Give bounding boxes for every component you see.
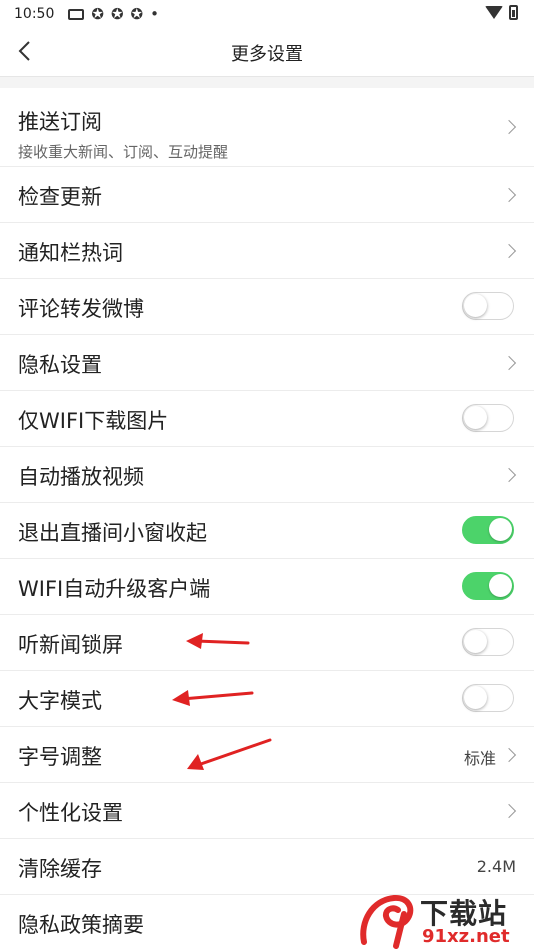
watermark: 下载站 91xz.net: [358, 890, 532, 950]
row-label: 退出直播间小窗收起: [18, 521, 207, 545]
settings-row-notification-hotwords[interactable]: 通知栏热词: [0, 223, 534, 279]
watermark-logo-icon: [360, 894, 414, 949]
row-label: 字号调整: [18, 745, 102, 769]
chevron-right-icon: [501, 355, 517, 371]
wifi-icon: [485, 6, 503, 19]
settings-row-autoplay-video[interactable]: 自动播放视频: [0, 447, 534, 503]
section-divider: [0, 77, 534, 88]
chevron-right-icon: [501, 187, 517, 203]
status-time: 10:50: [14, 6, 55, 22]
row-subtitle: 接收重大新闻、订阅、互动提醒: [18, 143, 229, 161]
row-label: 隐私设置: [18, 353, 102, 377]
settings-row-comment-forward-weibo: 评论转发微博: [0, 279, 534, 335]
row-label: 听新闻锁屏: [18, 633, 123, 657]
app-header: 更多设置: [0, 28, 534, 77]
app-notification-icon: ✪: [110, 4, 124, 23]
row-value: 标准: [463, 749, 496, 768]
more-notifications-dot: •: [150, 4, 159, 23]
chevron-right-icon: [501, 803, 517, 819]
row-label: 通知栏热词: [18, 241, 123, 265]
settings-row-check-update[interactable]: 检查更新: [0, 167, 534, 223]
settings-row-font-size[interactable]: 字号调整 标准: [0, 727, 534, 783]
settings-row-wifi-auto-upgrade: WIFI自动升级客户端: [0, 559, 534, 615]
settings-row-push-subscription[interactable]: 推送订阅 接收重大新闻、订阅、互动提醒: [0, 88, 534, 167]
photo-notification-icon: [68, 8, 85, 20]
toggle-knob: [464, 406, 487, 429]
row-label: 大字模式: [18, 689, 102, 713]
row-label: 个性化设置: [18, 801, 123, 825]
row-label: WIFI自动升级客户端: [18, 577, 211, 601]
row-label: 检查更新: [18, 185, 102, 209]
watermark-url: 91xz.net: [422, 926, 510, 947]
settings-row-wifi-only-images: 仅WIFI下载图片: [0, 391, 534, 447]
row-label: 隐私政策摘要: [18, 913, 144, 937]
toggle-switch[interactable]: [462, 404, 514, 432]
app-notification-icon: ✪: [91, 4, 104, 23]
row-label: 自动播放视频: [18, 465, 144, 489]
chevron-right-icon: [501, 243, 517, 259]
status-notification-icons: ✪ ✪ ✪ •: [68, 4, 159, 23]
settings-row-personalization[interactable]: 个性化设置: [0, 783, 534, 839]
toggle-switch[interactable]: [462, 516, 514, 544]
row-label: 清除缓存: [18, 857, 102, 881]
settings-row-news-lockscreen: 听新闻锁屏: [0, 615, 534, 671]
toggle-knob: [489, 518, 512, 541]
toggle-knob: [464, 630, 487, 653]
chevron-right-icon: [501, 119, 517, 135]
cache-size-value: 2.4M: [476, 857, 516, 876]
row-label: 仅WIFI下载图片: [18, 409, 169, 433]
battery-icon: [509, 5, 518, 20]
chevron-right-icon: [501, 467, 517, 483]
toggle-switch[interactable]: [462, 572, 514, 600]
settings-row-large-font-mode: 大字模式: [0, 671, 534, 727]
toggle-switch[interactable]: [462, 628, 514, 656]
toggle-knob: [464, 294, 487, 317]
toggle-knob: [489, 574, 512, 597]
toggle-switch[interactable]: [462, 684, 514, 712]
settings-row-live-miniwindow: 退出直播间小窗收起: [0, 503, 534, 559]
settings-row-privacy-settings[interactable]: 隐私设置: [0, 335, 534, 391]
settings-list: 推送订阅 接收重大新闻、订阅、互动提醒 检查更新 通知栏热词 评论转发微博 隐私…: [0, 88, 534, 951]
toggle-switch[interactable]: [462, 292, 514, 320]
settings-row-clear-cache[interactable]: 清除缓存 2.4M: [0, 839, 534, 895]
app-notification-icon: ✪: [130, 4, 144, 23]
page-title: 更多设置: [231, 44, 303, 65]
status-bar: 10:50 ✪ ✪ ✪ •: [0, 0, 534, 28]
row-label: 评论转发微博: [18, 297, 144, 321]
row-label: 推送订阅: [18, 110, 102, 134]
chevron-right-icon: [501, 747, 517, 763]
toggle-knob: [464, 686, 487, 709]
